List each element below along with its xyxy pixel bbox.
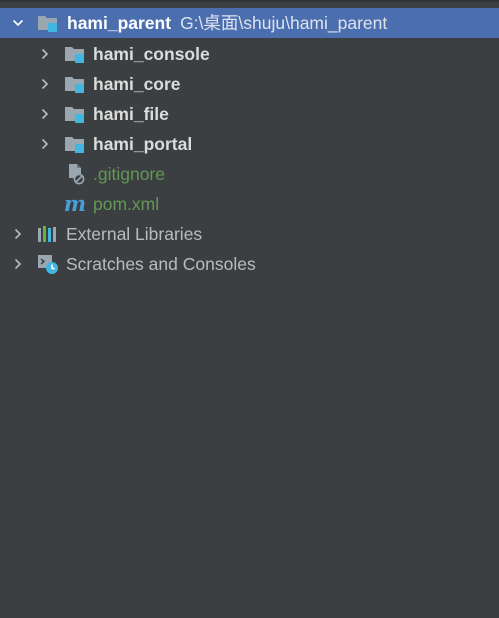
scratches-icon bbox=[37, 253, 59, 275]
tree-row-external-libraries[interactable]: External Libraries bbox=[0, 219, 499, 249]
tree-row-label: hami_core bbox=[93, 74, 181, 94]
root-module-name: hami_parent bbox=[67, 13, 172, 33]
tree-row-scratches-consoles[interactable]: Scratches and Consoles bbox=[0, 249, 499, 279]
module-folder-icon bbox=[64, 43, 86, 65]
tree-row-gitignore[interactable]: .gitignore bbox=[0, 159, 499, 189]
tree-row-hami-core[interactable]: hami_core bbox=[0, 69, 499, 99]
tree-row-label: hami_file bbox=[93, 104, 169, 124]
module-folder-icon bbox=[64, 103, 86, 125]
tree-row-label: .gitignore bbox=[93, 164, 165, 184]
chevron-right-icon[interactable] bbox=[38, 137, 52, 151]
tree-row-hami-file[interactable]: hami_file bbox=[0, 99, 499, 129]
chevron-right-icon[interactable] bbox=[11, 257, 25, 271]
tree-row-label: hami_portal bbox=[93, 134, 193, 154]
tree-row-label: Scratches and Consoles bbox=[66, 254, 256, 274]
tree-row-label: pom.xml bbox=[93, 194, 160, 214]
tree-row-label: hami_console bbox=[93, 44, 210, 64]
tree-row-hami-console[interactable]: hami_console bbox=[0, 39, 499, 69]
project-tool-window: hami_parent G:\桌面\shuju\hami_parent hami_… bbox=[0, 0, 499, 618]
chevron-right-icon[interactable] bbox=[38, 47, 52, 61]
module-folder-icon bbox=[64, 133, 86, 155]
top-border bbox=[0, 0, 499, 2]
module-folder-icon bbox=[37, 12, 59, 34]
chevron-down-icon[interactable] bbox=[11, 16, 25, 30]
chevron-right-icon[interactable] bbox=[38, 107, 52, 121]
maven-icon-glyph: m bbox=[63, 191, 87, 216]
module-folder-icon bbox=[64, 73, 86, 95]
tree-row-hami-portal[interactable]: hami_portal bbox=[0, 129, 499, 159]
chevron-right-icon[interactable] bbox=[11, 227, 25, 241]
tree-row-label: External Libraries bbox=[66, 224, 203, 244]
libraries-icon bbox=[37, 223, 59, 245]
ignored-file-icon bbox=[64, 163, 86, 185]
tree-row-root-label: hami_parent G:\桌面\shuju\hami_parent bbox=[67, 8, 387, 38]
chevron-right-icon[interactable] bbox=[38, 77, 52, 91]
maven-icon: m bbox=[64, 193, 86, 215]
tree-row-pom-xml[interactable]: m pom.xml bbox=[0, 189, 499, 219]
tree-row-root[interactable]: hami_parent G:\桌面\shuju\hami_parent bbox=[0, 8, 499, 38]
root-module-path: G:\桌面\shuju\hami_parent bbox=[180, 13, 388, 33]
